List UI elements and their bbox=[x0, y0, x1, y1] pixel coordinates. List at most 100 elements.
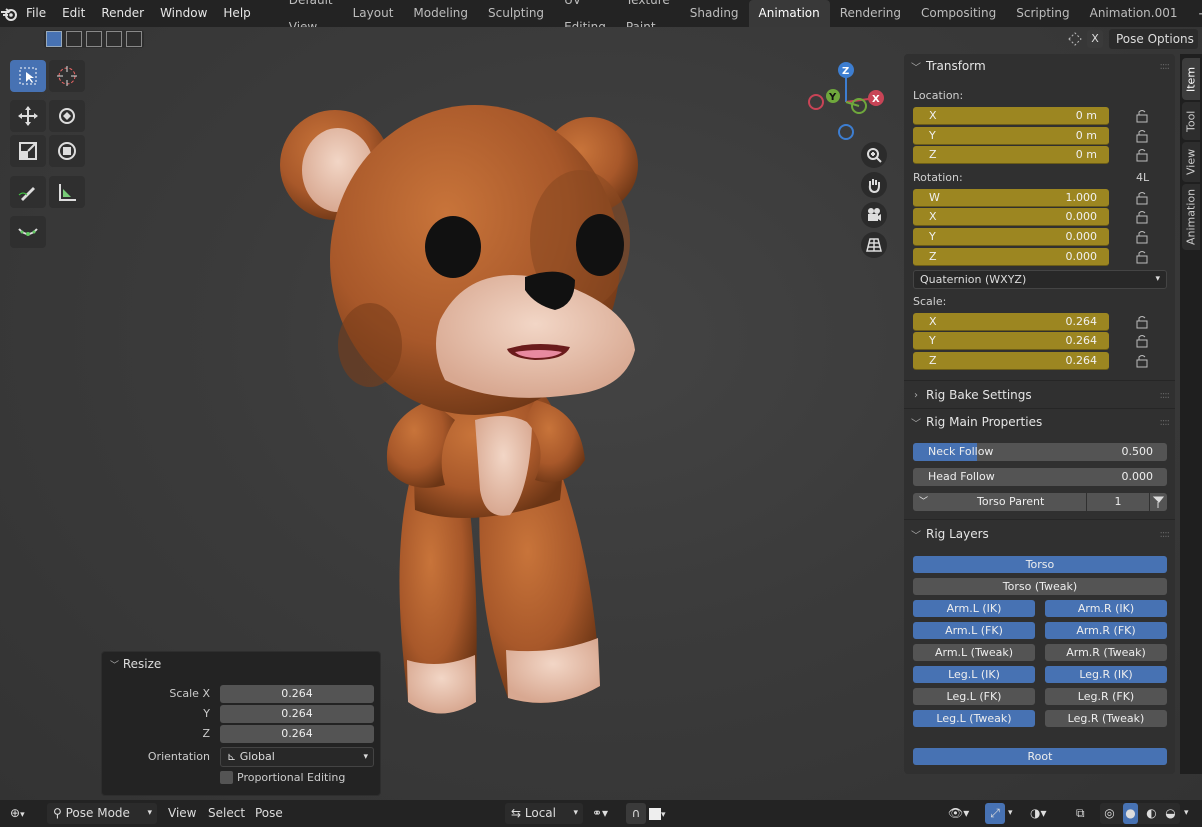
layer-button[interactable]: Arm.L (FK) bbox=[913, 622, 1035, 639]
chevron-down-icon[interactable]: ▾ bbox=[1008, 803, 1013, 824]
resize-scale-y-field[interactable]: 0.264 bbox=[220, 705, 374, 723]
gizmo-neg-z[interactable] bbox=[838, 124, 854, 140]
layer-button[interactable]: Arm.R (FK) bbox=[1045, 622, 1167, 639]
drag-handle-icon[interactable]: :::: bbox=[1160, 529, 1171, 540]
tab-tool[interactable]: Tool bbox=[1182, 102, 1200, 140]
mode-dropdown[interactable]: ⚲ Pose Mode ▾ bbox=[47, 803, 157, 824]
layer-torso-tweak-button[interactable]: Torso (Tweak) bbox=[913, 578, 1167, 595]
resize-scale-x-field[interactable]: 0.264 bbox=[220, 685, 374, 703]
snap-icon[interactable]: ∩ bbox=[626, 803, 646, 824]
tab-animation-001[interactable]: Animation.001 bbox=[1080, 0, 1188, 27]
tab-modeling[interactable]: Modeling bbox=[403, 0, 478, 27]
overlay-icon[interactable]: ◑▾ bbox=[1030, 803, 1047, 824]
torso-parent-dropdown[interactable]: ﹀ Torso Parent bbox=[913, 493, 1086, 511]
tab-animation[interactable]: Animation bbox=[748, 0, 830, 27]
layer-button[interactable]: Leg.L (FK) bbox=[913, 688, 1035, 705]
layer-button[interactable]: Leg.R (Tweak) bbox=[1045, 710, 1167, 727]
layer-button[interactable]: Leg.L (Tweak) bbox=[913, 710, 1035, 727]
rig-bake-header[interactable]: › Rig Bake Settings:::: bbox=[904, 383, 1175, 407]
lock-icon[interactable] bbox=[1134, 354, 1150, 368]
layer-root-button[interactable]: Root bbox=[913, 748, 1167, 765]
tab-shading[interactable]: Shading bbox=[680, 0, 749, 27]
pose-options-dropdown[interactable]: Pose Options ▾ bbox=[1109, 29, 1198, 66]
annotate-tool[interactable] bbox=[10, 176, 46, 208]
tab-view[interactable]: View bbox=[1182, 142, 1200, 182]
pan-hand-icon[interactable] bbox=[861, 172, 887, 198]
select-extend-icon[interactable] bbox=[66, 31, 82, 47]
camera-view-icon[interactable] bbox=[861, 202, 887, 228]
lock-icon[interactable] bbox=[1134, 230, 1150, 244]
drag-handle-icon[interactable]: :::: bbox=[1160, 417, 1171, 428]
select-new-icon[interactable] bbox=[46, 31, 62, 47]
scale-y-field[interactable]: Y 0.264 bbox=[913, 332, 1109, 350]
lock-icon[interactable] bbox=[1134, 129, 1150, 143]
rotation-y-field[interactable]: Y 0.000 bbox=[913, 228, 1109, 246]
menu-select[interactable]: Select bbox=[208, 803, 245, 824]
lock-icon[interactable] bbox=[1134, 334, 1150, 348]
neck-follow-slider[interactable]: Neck Follow 0.500 bbox=[913, 443, 1167, 461]
layer-button[interactable]: Leg.R (IK) bbox=[1045, 666, 1167, 683]
layer-button[interactable]: Arm.R (IK) bbox=[1045, 600, 1167, 617]
gizmo-toggle-icon[interactable]: ⤢ bbox=[985, 803, 1005, 824]
relax-tool[interactable] bbox=[10, 216, 46, 248]
location-x-field[interactable]: X 0 m bbox=[913, 107, 1109, 125]
menu-edit[interactable]: Edit bbox=[54, 0, 93, 27]
head-follow-slider[interactable]: Head Follow 0.000 bbox=[913, 468, 1167, 486]
navigation-gizmo[interactable]: Z X Y bbox=[806, 60, 886, 142]
rotation-mode-dropdown[interactable]: Quaternion (WXYZ) ▾ bbox=[913, 270, 1167, 289]
rig-layers-header[interactable]: ﹀ Rig Layers:::: bbox=[904, 522, 1175, 546]
rotation-w-field[interactable]: W 1.000 bbox=[913, 189, 1109, 207]
pivot-point-icon[interactable]: ⚭▾ bbox=[592, 803, 608, 824]
lock-icon[interactable] bbox=[1134, 250, 1150, 264]
transform-header[interactable]: ﹀ Transform:::: bbox=[904, 54, 1175, 78]
visibility-eye-icon[interactable]: 👁▾ bbox=[948, 803, 969, 824]
transform-affect-icon[interactable] bbox=[1066, 30, 1084, 48]
tab-animation-sidebar[interactable]: Animation bbox=[1182, 184, 1200, 250]
teddy-bear-model[interactable] bbox=[270, 90, 660, 730]
lock-icon[interactable] bbox=[1134, 191, 1150, 205]
gizmo-neg-x[interactable] bbox=[808, 94, 824, 110]
drag-handle-icon[interactable]: :::: bbox=[1160, 390, 1171, 401]
material-shading-icon[interactable]: ◐ bbox=[1146, 803, 1156, 824]
transform-orientation-dropdown[interactable]: ⇆ Local ▾ bbox=[505, 803, 583, 824]
select-invert-icon[interactable] bbox=[106, 31, 122, 47]
editor-type-dropdown[interactable]: ⊕▾ bbox=[10, 803, 25, 824]
lock-icon[interactable] bbox=[1134, 148, 1150, 162]
torso-parent-value[interactable]: 1 bbox=[1087, 493, 1149, 511]
menu-help[interactable]: Help bbox=[215, 0, 258, 27]
scale-x-field[interactable]: X 0.264 bbox=[913, 313, 1109, 331]
resize-scale-z-field[interactable]: 0.264 bbox=[220, 725, 374, 743]
mirror-x-toggle[interactable]: X bbox=[1087, 30, 1103, 48]
tab-sculpting[interactable]: Sculpting bbox=[478, 0, 554, 27]
measure-tool[interactable] bbox=[49, 176, 85, 208]
menu-window[interactable]: Window bbox=[152, 0, 215, 27]
layer-button[interactable]: Arm.R (Tweak) bbox=[1045, 644, 1167, 661]
tab-compositing[interactable]: Compositing bbox=[911, 0, 1006, 27]
select-intersect-icon[interactable] bbox=[126, 31, 142, 47]
tab-item[interactable]: Item bbox=[1182, 58, 1200, 100]
chevron-down-icon[interactable]: ▾ bbox=[1184, 803, 1189, 824]
orientation-dropdown[interactable]: ⊾ Global ▾ bbox=[220, 747, 374, 767]
blender-logo-icon[interactable] bbox=[0, 0, 18, 27]
layer-button[interactable]: Arm.L (Tweak) bbox=[913, 644, 1035, 661]
scale-tool[interactable] bbox=[10, 135, 46, 167]
select-subtract-icon[interactable] bbox=[86, 31, 102, 47]
proportional-checkbox[interactable] bbox=[220, 771, 233, 784]
lock-icon[interactable] bbox=[1134, 315, 1150, 329]
scale-z-field[interactable]: Z 0.264 bbox=[913, 352, 1109, 370]
tab-rendering[interactable]: Rendering bbox=[830, 0, 911, 27]
xray-icon[interactable]: ⧉ bbox=[1076, 803, 1085, 824]
rendered-shading-icon[interactable]: ◒ bbox=[1165, 803, 1175, 824]
snap-parent-icon[interactable] bbox=[1150, 493, 1167, 511]
location-y-field[interactable]: Y 0 m bbox=[913, 127, 1109, 145]
rig-main-header[interactable]: ﹀ Rig Main Properties:::: bbox=[904, 410, 1175, 434]
add-workspace-icon[interactable]: + bbox=[1188, 0, 1202, 27]
wireframe-shading-icon[interactable]: ◎ bbox=[1104, 803, 1114, 824]
layer-torso-button[interactable]: Torso bbox=[913, 556, 1167, 573]
lock-icon[interactable] bbox=[1134, 109, 1150, 123]
menu-render[interactable]: Render bbox=[93, 0, 152, 27]
drag-handle-icon[interactable]: :::: bbox=[1160, 61, 1171, 72]
tab-scripting[interactable]: Scripting bbox=[1006, 0, 1079, 27]
location-z-field[interactable]: Z 0 m bbox=[913, 146, 1109, 164]
tab-layout[interactable]: Layout bbox=[343, 0, 404, 27]
